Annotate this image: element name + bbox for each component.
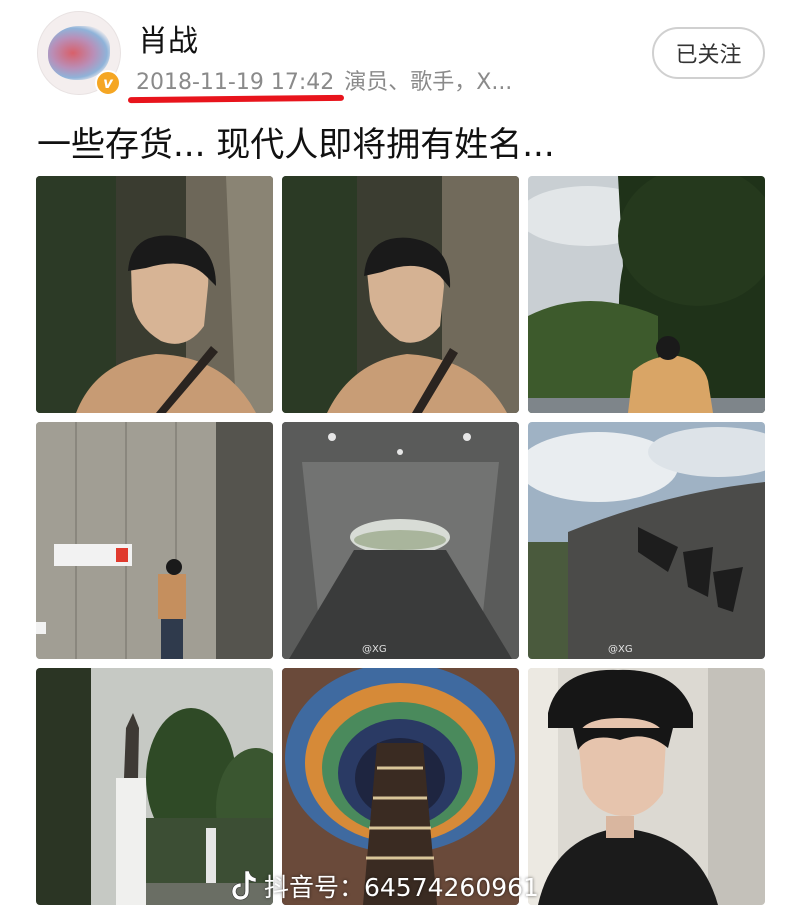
photo-portrait-profile-icon	[282, 176, 519, 413]
grid-image-3[interactable]	[528, 176, 765, 413]
verified-badge-icon: v	[95, 70, 121, 96]
red-underline-annotation	[127, 94, 345, 104]
douyin-logo-icon	[231, 870, 257, 901]
grid-image-4[interactable]	[36, 422, 273, 659]
post-text: 一些存货... 现代人即将拥有姓名...	[37, 125, 555, 165]
username[interactable]: 肖战	[138, 16, 198, 60]
weibo-watermark: @XG	[608, 644, 633, 655]
grid-image-6[interactable]: @XG	[528, 422, 765, 659]
photo-sculpture-wall-icon	[528, 422, 765, 659]
post-timestamp: 2018-11-19 17:42	[136, 70, 335, 95]
photo-portrait-hat-icon	[528, 668, 765, 905]
photo-concrete-wall-icon	[36, 422, 273, 659]
user-tags: 演员、歌手，X...	[344, 70, 513, 95]
douyin-id: 抖音号：64574260961	[264, 873, 539, 902]
weibo-watermark: @XG	[362, 644, 387, 655]
grid-image-1[interactable]	[36, 176, 273, 413]
photo-trees-back-view-icon	[528, 176, 765, 413]
photo-tunnel-icon	[282, 422, 519, 659]
photo-portrait-smiling-icon	[36, 176, 273, 413]
image-grid: @XG @XG	[36, 176, 766, 908]
follow-button[interactable]: 已关注	[652, 27, 765, 79]
grid-image-9[interactable]	[528, 668, 765, 905]
douyin-watermark: 抖音号：64574260961	[228, 866, 539, 906]
post-meta: 2018-11-19 17:42 演员、歌手，X...	[136, 64, 512, 96]
grid-image-2[interactable]	[282, 176, 519, 413]
grid-image-5[interactable]: @XG	[282, 422, 519, 659]
